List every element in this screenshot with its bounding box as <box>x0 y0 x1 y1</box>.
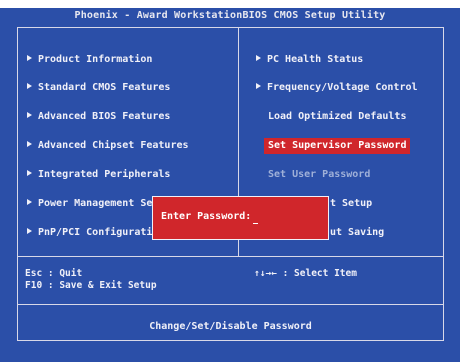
frame-border-right <box>443 27 444 340</box>
window-title: Phoenix - Award WorkstationBIOS CMOS Set… <box>0 8 460 24</box>
menu-item-label: Standard CMOS Features <box>38 82 171 93</box>
menu-item-set-user-password[interactable]: Set User Password <box>268 167 370 183</box>
triangle-right-icon <box>27 170 32 176</box>
menu-item-label: Power Management Se <box>38 198 153 209</box>
triangle-right-icon <box>27 83 32 89</box>
help-select-item: ↑↓→← : Select Item <box>254 268 357 279</box>
triangle-right-icon <box>27 228 32 234</box>
menu-item-label: Integrated Peripherals <box>38 169 171 180</box>
menu-item-label: Product Information <box>38 54 153 65</box>
help-save-exit: F10 : Save & Exit Setup <box>25 280 157 291</box>
menu-item-pc-health-status[interactable]: PC Health Status <box>256 52 363 68</box>
password-dialog[interactable]: Enter Password: <box>152 196 329 240</box>
menu-item-pnp-pci-configuration[interactable]: PnP/PCI Configurati <box>27 225 152 241</box>
menu-item-label: Advanced BIOS Features <box>38 111 171 122</box>
menu-item-exit-without-saving[interactable]: ut Saving <box>330 225 384 241</box>
menu-item-label: ut Saving <box>330 227 385 238</box>
menu-item-advanced-chipset-features[interactable]: Advanced Chipset Features <box>27 138 189 154</box>
password-prompt[interactable]: Enter Password: <box>161 210 259 224</box>
text-cursor <box>253 223 259 224</box>
frame-border-bottom <box>17 340 444 341</box>
divider-help-status <box>17 304 444 305</box>
menu-item-label: Advanced Chipset Features <box>38 140 189 151</box>
menu-item-label: Set Supervisor Password <box>268 140 407 151</box>
menu-item-advanced-bios-features[interactable]: Advanced BIOS Features <box>27 109 170 125</box>
password-label: Enter Password: <box>161 211 252 222</box>
menu-item-label: Set User Password <box>268 169 371 180</box>
menu-item-standard-cmos-features[interactable]: Standard CMOS Features <box>27 80 170 96</box>
menu-item-product-information[interactable]: Product Information <box>27 52 152 68</box>
menu-item-power-management[interactable]: Power Management Se <box>27 196 152 212</box>
divider-menu-help <box>17 256 444 257</box>
menu-item-label: PC Health Status <box>267 54 364 65</box>
triangle-right-icon <box>27 199 32 205</box>
triangle-right-icon <box>27 55 32 61</box>
menu-item-integrated-peripherals[interactable]: Integrated Peripherals <box>27 167 170 183</box>
menu-item-load-optimized-defaults[interactable]: Load Optimized Defaults <box>268 109 406 125</box>
menu-item-label: PnP/PCI Configurati <box>38 227 153 238</box>
status-description: Change/Set/Disable Password <box>149 321 312 332</box>
frame-border-top <box>17 27 444 28</box>
menu-item-save-exit-setup[interactable]: t Setup <box>330 196 372 212</box>
menu-item-frequency-voltage-control[interactable]: Frequency/Voltage Control <box>256 80 418 96</box>
triangle-right-icon <box>256 83 261 89</box>
triangle-right-icon <box>27 141 32 147</box>
triangle-right-icon <box>256 55 261 61</box>
menu-item-set-supervisor-password[interactable]: Set Supervisor Password <box>264 138 411 154</box>
frame-border-left <box>17 27 18 340</box>
menu-item-label: Frequency/Voltage Control <box>267 82 418 93</box>
triangle-right-icon <box>27 112 32 118</box>
menu-item-label: t Setup <box>330 198 373 209</box>
menu-item-label: Load Optimized Defaults <box>268 111 407 122</box>
help-quit: Esc : Quit <box>25 268 83 279</box>
